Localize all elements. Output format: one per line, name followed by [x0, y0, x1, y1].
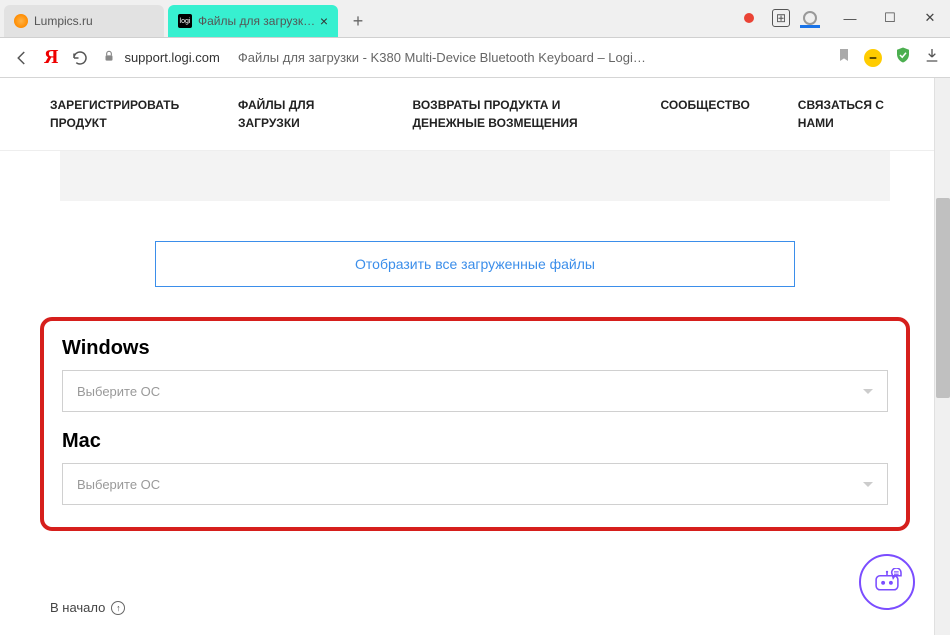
vertical-scrollbar[interactable] — [934, 78, 950, 635]
tab-label: Файлы для загрузки - K… — [198, 14, 316, 28]
content-placeholder — [60, 151, 890, 201]
os-title-mac: Mac — [62, 430, 888, 453]
tab-logi-downloads[interactable]: logi Файлы для загрузки - K… × — [168, 5, 338, 37]
close-tab-icon[interactable]: × — [320, 13, 328, 29]
nav-register-product[interactable]: ЗАРЕГИСТРИРОВАТЬ ПРОДУКТ — [50, 96, 190, 132]
os-select-mac[interactable]: Выберите ОС — [62, 463, 888, 505]
url-title: Файлы для загрузки - K380 Multi-Device B… — [238, 50, 646, 65]
arrow-left-icon — [13, 49, 31, 67]
minimize-button[interactable]: — — [830, 0, 870, 37]
os-select-windows[interactable]: Выберите ОС — [62, 370, 888, 412]
back-to-top-link[interactable]: В начало ↑ — [50, 600, 125, 615]
close-window-button[interactable]: ✕ — [910, 0, 950, 37]
chat-button[interactable] — [859, 554, 915, 610]
reload-icon — [71, 49, 89, 67]
os-select-placeholder: Выберите ОС — [77, 384, 160, 399]
nav-downloads[interactable]: ФАЙЛЫ ДЛЯ ЗАГРУЗКИ — [238, 96, 364, 132]
page-content: ЗАРЕГИСТРИРОВАТЬ ПРОДУКТ ФАЙЛЫ ДЛЯ ЗАГРУ… — [0, 78, 950, 635]
arrow-up-icon: ↑ — [111, 601, 125, 615]
new-tab-button[interactable]: + — [344, 7, 372, 35]
maximize-button[interactable]: ☐ — [870, 0, 910, 37]
back-button[interactable] — [10, 46, 34, 70]
tab-lumpics[interactable]: Lumpics.ru — [4, 5, 164, 37]
url-domain: support.logi.com — [124, 50, 219, 65]
profile-icon[interactable] — [800, 8, 820, 28]
chevron-down-icon — [863, 389, 873, 394]
os-section-windows: Windows Выберите ОС — [62, 337, 888, 412]
bookmark-icon[interactable] — [836, 47, 852, 68]
extension-icon[interactable]: ⊞ — [772, 9, 790, 27]
page-top-nav: ЗАРЕГИСТРИРОВАТЬ ПРОДУКТ ФАЙЛЫ ДЛЯ ЗАГРУ… — [0, 78, 950, 151]
logi-icon: logi — [178, 14, 192, 28]
nav-contact-us[interactable]: СВЯЗАТЬСЯ С НАМИ — [798, 96, 910, 132]
window-controls: ⊞ — ☐ ✕ — [744, 0, 950, 37]
os-selection-highlight: Windows Выберите ОС Mac Выберите ОС — [40, 317, 910, 531]
status-dot-icon — [744, 13, 754, 23]
nav-returns-refunds[interactable]: ВОЗВРАТЫ ПРОДУКТА И ДЕНЕЖНЫЕ ВОЗМЕЩЕНИЯ — [412, 96, 612, 132]
yandex-circle-icon[interactable] — [864, 49, 882, 67]
chevron-down-icon — [863, 482, 873, 487]
shield-icon[interactable] — [894, 46, 912, 69]
browser-titlebar: Lumpics.ru logi Файлы для загрузки - K… … — [0, 0, 950, 38]
lumpics-icon — [14, 14, 28, 28]
addressbar-right-icons — [836, 46, 940, 69]
url-field[interactable]: support.logi.com Файлы для загрузки - K3… — [102, 49, 826, 66]
show-all-downloads-button[interactable]: Отобразить все загруженные файлы — [155, 241, 795, 287]
chatbot-icon — [871, 568, 903, 596]
download-icon[interactable] — [924, 47, 940, 68]
tab-label: Lumpics.ru — [34, 14, 154, 28]
back-to-top-label: В начало — [50, 600, 105, 615]
os-select-placeholder: Выберите ОС — [77, 477, 160, 492]
reload-button[interactable] — [68, 46, 92, 70]
lock-icon — [102, 49, 116, 66]
os-section-mac: Mac Выберите ОС — [62, 430, 888, 505]
nav-community[interactable]: СООБЩЕСТВО — [660, 96, 749, 132]
yandex-icon[interactable]: Я — [44, 46, 58, 69]
browser-addressbar: Я support.logi.com Файлы для загрузки - … — [0, 38, 950, 78]
scrollbar-thumb[interactable] — [936, 198, 950, 398]
os-title-windows: Windows — [62, 337, 888, 360]
show-all-label: Отобразить все загруженные файлы — [355, 256, 595, 272]
